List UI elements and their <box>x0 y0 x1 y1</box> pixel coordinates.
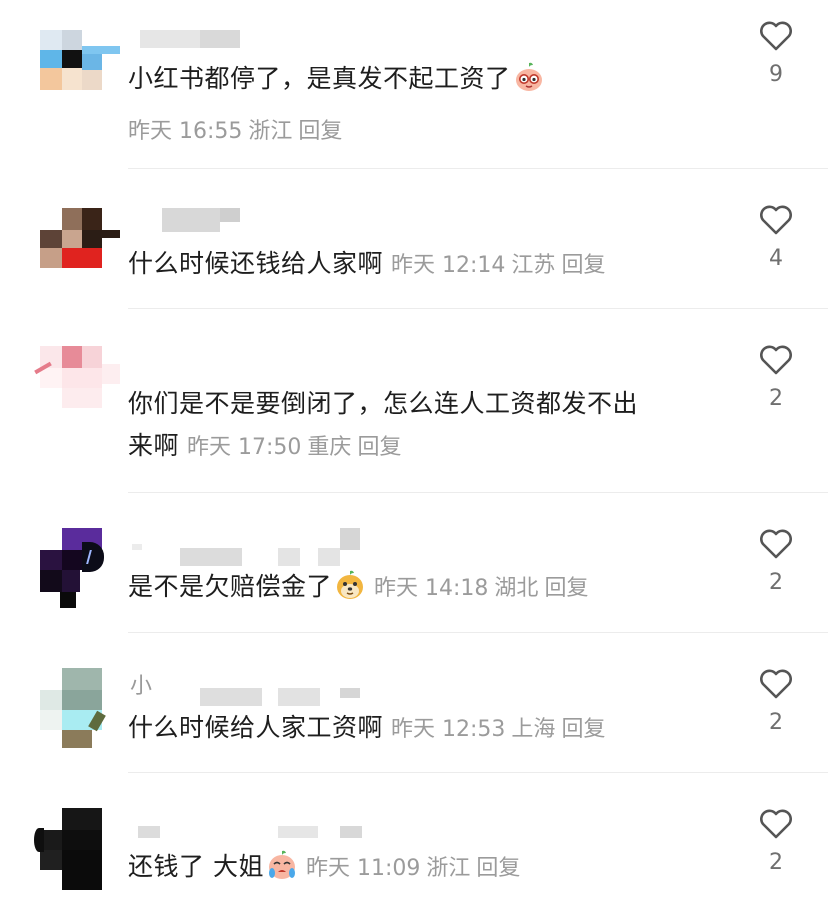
glasses-peach-emoji <box>513 61 545 106</box>
like-count: 9 <box>769 62 783 87</box>
like-button[interactable]: 9 <box>756 20 796 87</box>
comment-text: 什么时候给人家工资啊 昨天 12:53 上海 回复 <box>128 707 728 751</box>
comment-location: 上海 <box>511 717 556 742</box>
reply-button[interactable]: 回复 <box>561 717 605 742</box>
like-button[interactable]: 2 <box>756 344 796 411</box>
doge-emoji <box>334 569 366 614</box>
comment-time: 昨天 11:09 <box>305 856 421 881</box>
avatar[interactable] <box>40 30 120 110</box>
divider <box>128 632 828 633</box>
comment-location: 重庆 <box>307 435 352 460</box>
comment-time: 昨天 17:50 <box>187 435 302 460</box>
reply-button[interactable]: 回复 <box>561 253 605 278</box>
comment-text: 你们是不是要倒闭了，怎么连人工资都发不出 来啊 昨天 17:50 重庆 回复 <box>128 383 728 469</box>
comment-location: 江苏 <box>511 253 556 278</box>
avatar[interactable] <box>40 208 120 288</box>
divider <box>128 308 828 309</box>
comment-meta: 昨天 16:55 浙江 回复 <box>128 113 342 145</box>
comment-location: 浙江 <box>248 119 293 144</box>
comment-text: 是不是欠赔偿金了 昨天 14:18 湖北 回复 <box>128 566 728 614</box>
like-count: 2 <box>769 710 783 735</box>
comment-text: 什么时候还钱给人家啊 昨天 12:14 江苏 回复 <box>128 243 728 287</box>
heart-icon <box>760 529 792 559</box>
comment-location: 湖北 <box>494 576 539 601</box>
avatar[interactable] <box>40 528 120 608</box>
comment-time: 昨天 12:14 <box>391 253 506 278</box>
like-count: 2 <box>769 850 783 875</box>
like-button[interactable]: 2 <box>756 808 796 875</box>
reply-button[interactable]: 回复 <box>357 435 401 460</box>
like-button[interactable]: 2 <box>756 528 796 595</box>
comment-text: 小红书都停了，是真发不起工资了 <box>128 58 728 106</box>
reply-button[interactable]: 回复 <box>544 576 588 601</box>
heart-icon <box>760 345 792 375</box>
comment-body: 小红书都停了，是真发不起工资了 <box>128 64 511 93</box>
heart-icon <box>760 669 792 699</box>
like-button[interactable]: 2 <box>756 668 796 735</box>
comment-time: 昨天 12:53 <box>391 717 506 742</box>
like-count: 4 <box>769 246 783 271</box>
reply-button[interactable]: 回复 <box>298 119 342 144</box>
comment-meta: 昨天 11:09 浙江 回复 <box>306 856 520 881</box>
comment-body: 什么时候给人家工资啊 <box>128 713 384 742</box>
comment-time: 昨天 14:18 <box>374 576 489 601</box>
comment-location: 浙江 <box>426 856 471 881</box>
crying-peach-emoji <box>266 849 298 894</box>
avatar[interactable] <box>40 668 120 748</box>
avatar[interactable] <box>34 808 120 890</box>
heart-icon <box>760 205 792 235</box>
comment-text: 还钱了 大姐 昨天 11:09 浙江 回复 <box>128 846 728 894</box>
avatar[interactable] <box>34 346 120 426</box>
comment-body: 还钱了 大姐 <box>128 852 264 881</box>
comment-meta: 昨天 12:53 上海 回复 <box>391 717 605 742</box>
comment-body: 你们是不是要倒闭了，怎么连人工资都发不出 <box>128 389 639 418</box>
comment-meta: 昨天 17:50 重庆 回复 <box>187 435 401 460</box>
like-count: 2 <box>769 386 783 411</box>
comment-body-continued: 来啊 <box>128 431 180 460</box>
heart-icon <box>760 809 792 839</box>
divider <box>128 772 828 773</box>
comment-body: 是不是欠赔偿金了 <box>128 572 333 601</box>
comment-meta: 昨天 12:14 江苏 回复 <box>391 253 605 278</box>
divider <box>128 492 828 493</box>
comment-meta: 昨天 14:18 湖北 回复 <box>374 576 588 601</box>
reply-button[interactable]: 回复 <box>476 856 520 881</box>
comment-time: 昨天 16:55 <box>128 119 243 144</box>
heart-icon <box>760 21 792 51</box>
like-button[interactable]: 4 <box>756 204 796 271</box>
divider <box>128 168 828 169</box>
like-count: 2 <box>769 570 783 595</box>
username-visible-char: 小 <box>130 674 153 699</box>
comment-body: 什么时候还钱给人家啊 <box>128 249 384 278</box>
